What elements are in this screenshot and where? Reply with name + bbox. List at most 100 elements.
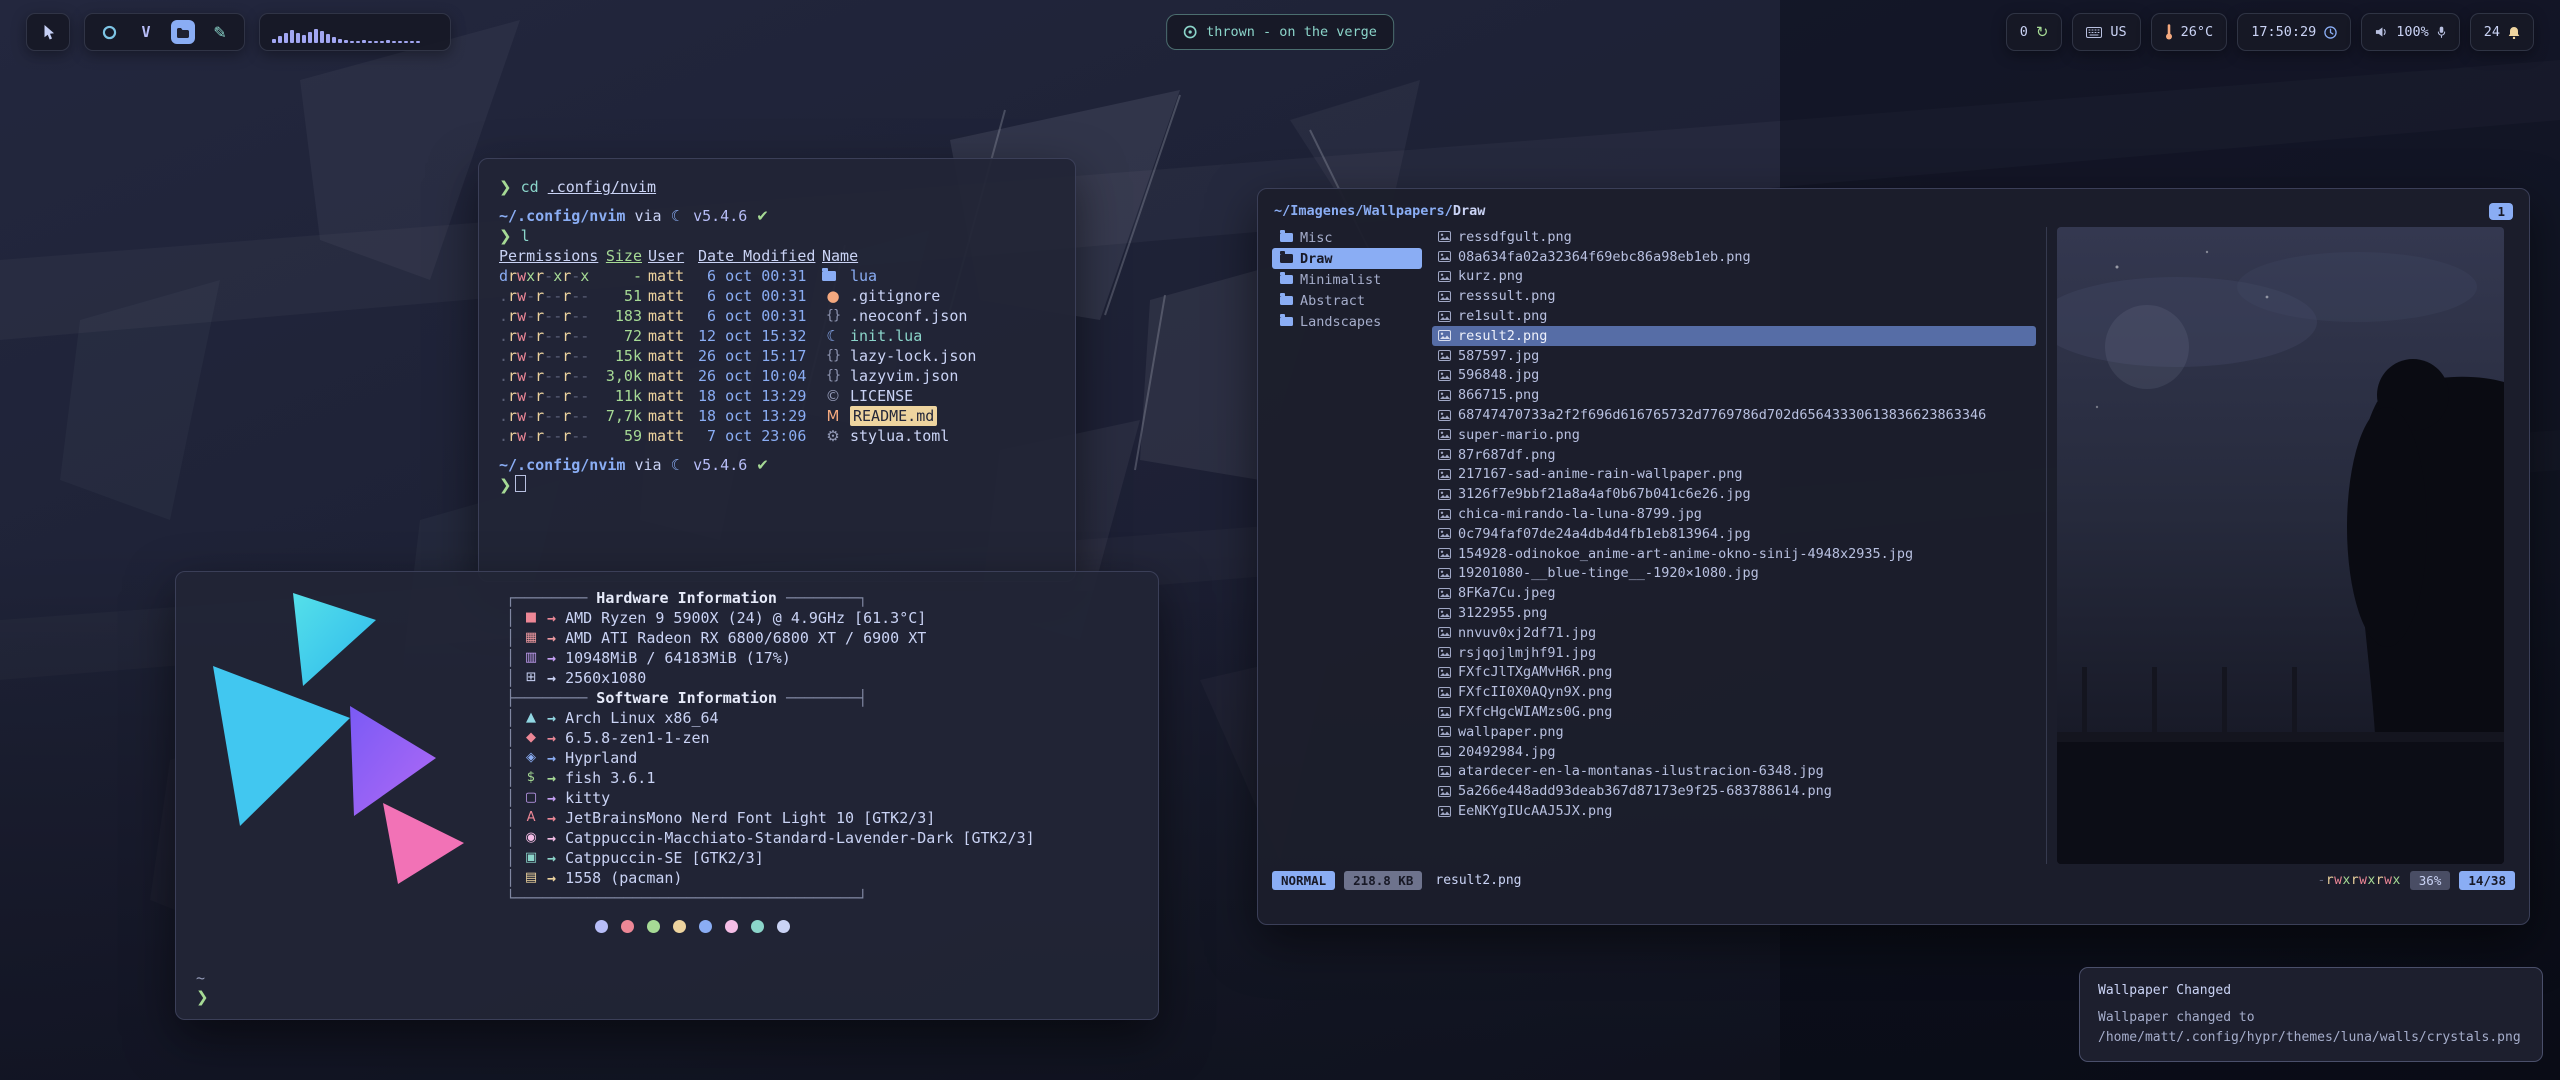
file-type-icon: ● — [822, 286, 844, 306]
file-item[interactable]: re1sult.png — [1432, 306, 2036, 326]
notification-popup[interactable]: Wallpaper Changed Wallpaper changed to /… — [2079, 967, 2543, 1062]
file-manager-window[interactable]: ~/Imagenes/Wallpapers/Draw 1 Misc Draw — [1257, 188, 2530, 925]
status-bar: NORMAL 218.8 KB result2.png -rwxrwxrwx 3… — [1272, 871, 2515, 890]
launcher-button[interactable] — [26, 13, 70, 51]
command: cd — [521, 178, 539, 196]
arrow-icon: → — [547, 748, 556, 768]
folder-name: Misc — [1300, 230, 1333, 246]
image-icon — [1438, 627, 1451, 638]
file-item[interactable]: EeNKYgIUcAAJ5JX.png — [1432, 801, 2036, 821]
file-item[interactable]: chica-mirando-la-luna-8799.jpg — [1432, 504, 2036, 524]
file-name: 596848.jpg — [1458, 367, 1539, 383]
file-item[interactable]: 87r687df.png — [1432, 445, 2036, 465]
listing-row: .rw-r--r-- 59 matt 7 oct 23:06 ⚙ stylua.… — [499, 426, 1055, 446]
file-item[interactable]: FXfcHgcWIAMzs0G.png — [1432, 702, 2036, 722]
file-item[interactable]: 08a634fa02a32364f69ebc86a98eb1eb.png — [1432, 247, 2036, 267]
arrow-icon: → — [547, 848, 556, 868]
visualizer-bar — [398, 41, 402, 43]
file-item[interactable]: 596848.jpg — [1432, 366, 2036, 386]
image-icon — [1438, 330, 1451, 341]
info-value: AMD Ryzen 9 5900X (24) @ 4.9GHz [61.3°C] — [565, 608, 926, 628]
file-item[interactable]: 20492984.jpg — [1432, 742, 2036, 762]
file-item[interactable]: 3122955.png — [1432, 603, 2036, 623]
workspace-browser-icon[interactable] — [97, 20, 121, 44]
file-date: 26 oct 15:17 — [698, 346, 816, 366]
visualizer — [272, 21, 438, 43]
file-item[interactable]: FXfcII0X0AQyn9X.png — [1432, 682, 2036, 702]
box-footer: └──────────────────────────────────────┘ — [506, 888, 1035, 908]
terminal-window[interactable]: ❯ cd .config/nvim ~/.config/nvim via ☾ v… — [478, 158, 1076, 582]
media-player-widget[interactable]: thrown - on the verge — [1166, 14, 1394, 50]
file-item[interactable]: 8FKa7Cu.jpeg — [1432, 583, 2036, 603]
listing-row: .rw-r--r-- 11k matt 18 oct 13:29 © LICEN… — [499, 386, 1055, 406]
visualizer-bar — [326, 34, 330, 43]
file-item[interactable]: 68747470733a2f2f696d616765732d7769786d70… — [1432, 405, 2036, 425]
software-header: ├──────── Software Information ────────┤ — [506, 688, 1035, 708]
arrow-icon: → — [547, 808, 556, 828]
folder-item[interactable]: Landscapes — [1272, 311, 1422, 332]
file-name: EeNKYgIUcAAJ5JX.png — [1458, 803, 1612, 819]
notifications-module[interactable]: 24 — [2470, 13, 2534, 51]
file-item[interactable]: resssult.png — [1432, 286, 2036, 306]
visualizer-bar — [296, 33, 300, 43]
keyboard-layout-module[interactable]: US — [2072, 13, 2140, 51]
file-name: stylua.toml — [850, 426, 949, 446]
clock-module[interactable]: 17:50:29 — [2237, 13, 2351, 51]
file-item[interactable]: rsjqojlmjhf91.jpg — [1432, 643, 2036, 663]
software-item-icon: ◉ — [521, 828, 541, 848]
file-item[interactable]: 866715.png — [1432, 385, 2036, 405]
volume-module[interactable]: 100% — [2361, 13, 2460, 51]
command: l — [521, 227, 530, 245]
workspace-paint-icon[interactable]: ✎ — [208, 20, 232, 44]
file-item[interactable]: ressdfgult.png — [1432, 227, 2036, 247]
software-item-icon: A — [521, 808, 541, 828]
file-item[interactable]: nnvuv0xj2df71.jpg — [1432, 623, 2036, 643]
file-item[interactable]: atardecer-en-la-montanas-ilustracion-634… — [1432, 762, 2036, 782]
folder-item[interactable]: Abstract — [1272, 290, 1422, 311]
file-name: result2.png — [1458, 328, 1547, 344]
temperature-module[interactable]: 26°C — [2151, 13, 2228, 51]
tab-badge[interactable]: 1 — [2489, 203, 2513, 220]
file-item[interactable]: super-mario.png — [1432, 425, 2036, 445]
file-permissions: drwxr-xr-x — [499, 266, 594, 286]
fetch-terminal-window[interactable]: ┌──────── Hardware Information ────────┐… — [175, 571, 1159, 1020]
prompt-line[interactable]: ❯ — [499, 475, 1055, 495]
workspace-files-icon[interactable] — [171, 20, 195, 44]
file-item[interactable]: 154928-odinokoe_anime-art-anime-okno-sin… — [1432, 544, 2036, 564]
info-row: │■→AMD Ryzen 9 5900X (24) @ 4.9GHz [61.3… — [506, 608, 1035, 628]
file-item[interactable]: wallpaper.png — [1432, 722, 2036, 742]
file-item[interactable]: 587597.jpg — [1432, 346, 2036, 366]
info-value: 2560x1080 — [565, 668, 646, 688]
image-icon — [1438, 291, 1451, 302]
file-item[interactable]: 217167-sad-anime-rain-wallpaper.png — [1432, 465, 2036, 485]
file-name: 68747470733a2f2f696d616765732d7769786d70… — [1458, 407, 1986, 423]
file-name: 154928-odinokoe_anime-art-anime-okno-sin… — [1458, 546, 1913, 562]
palette-dot — [751, 920, 764, 933]
file-date: 7 oct 23:06 — [698, 426, 816, 446]
listing-row: .rw-r--r-- 7,7k matt 18 oct 13:29 M READ… — [499, 406, 1055, 426]
shell-prompt[interactable]: ~ ❯ — [196, 969, 209, 1007]
file-name: lua — [850, 266, 877, 286]
file-item[interactable]: kurz.png — [1432, 267, 2036, 287]
file-name: super-mario.png — [1458, 427, 1580, 443]
folder-item[interactable]: Misc — [1272, 227, 1422, 248]
visualizer-bar — [284, 33, 288, 43]
updates-module[interactable]: 0 ↻ — [2006, 13, 2063, 51]
workspace-switcher: V ✎ — [84, 13, 245, 51]
command-arg: .config/nvim — [548, 178, 656, 196]
visualizer-bar — [344, 40, 348, 43]
file-item[interactable]: 0c794faf07de24a4db4d4fb1eb813964.jpg — [1432, 524, 2036, 544]
file-item[interactable]: 19201080-__blue-tinge__-1920×1080.jpg — [1432, 564, 2036, 584]
file-item[interactable]: 3126f7e9bbf21a8a4af0b67b041c6e26.jpg — [1432, 484, 2036, 504]
file-item[interactable]: result2.png — [1432, 326, 2036, 346]
folder-icon — [1280, 233, 1293, 242]
file-item[interactable]: 5a266e448add93deab367d87173e9f25-6837886… — [1432, 781, 2036, 801]
folder-item[interactable]: Minimalist — [1272, 269, 1422, 290]
folder-item[interactable]: Draw — [1272, 248, 1422, 269]
workspace-vesktop-icon[interactable]: V — [134, 20, 158, 44]
software-item-icon: ▤ — [521, 868, 541, 888]
file-type-icon: {} — [822, 306, 844, 326]
file-item[interactable]: FXfcJlTXgAMvH6R.png — [1432, 663, 2036, 683]
info-value: 6.5.8-zen1-1-zen — [565, 728, 710, 748]
arrow-icon: → — [547, 708, 556, 728]
